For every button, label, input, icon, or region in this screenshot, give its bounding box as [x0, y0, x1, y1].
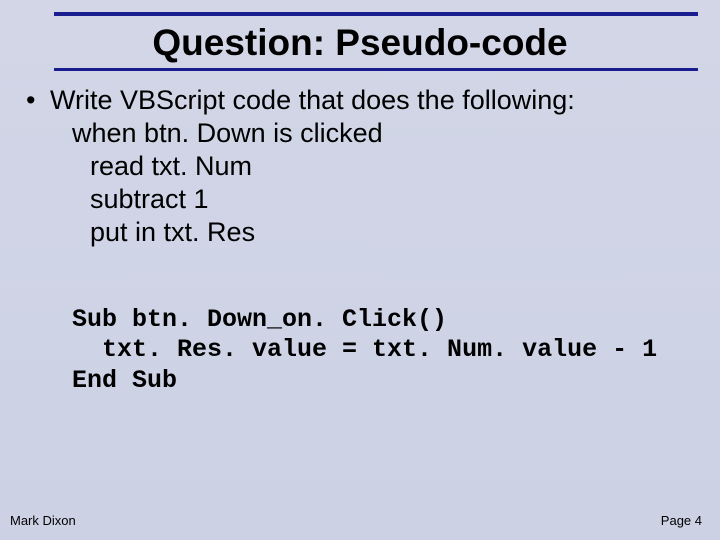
slide: Question: Pseudo-code • Write VBScript c…: [0, 0, 720, 540]
pseudo-line-1: when btn. Down is clicked: [22, 117, 698, 150]
pseudo-line-3: subtract 1: [22, 183, 698, 216]
pseudo-line-2: read txt. Num: [22, 150, 698, 183]
code-block: Sub btn. Down_on. Click() txt. Res. valu…: [22, 305, 698, 397]
footer-author: Mark Dixon: [10, 513, 76, 528]
slide-body: • Write VBScript code that does the foll…: [22, 84, 698, 396]
code-line-1: Sub btn. Down_on. Click(): [72, 305, 447, 334]
footer-page: Page 4: [661, 513, 702, 528]
bullet-marker: •: [22, 84, 50, 117]
code-line-3: End Sub: [72, 366, 177, 395]
divider-top: [54, 12, 698, 16]
bullet-item: • Write VBScript code that does the foll…: [22, 84, 698, 117]
code-line-2: txt. Res. value = txt. Num. value - 1: [72, 335, 657, 364]
divider-bottom: [54, 68, 698, 71]
bullet-text: Write VBScript code that does the follow…: [50, 84, 575, 117]
pseudo-line-4: put in txt. Res: [22, 216, 698, 249]
slide-title: Question: Pseudo-code: [0, 22, 720, 64]
